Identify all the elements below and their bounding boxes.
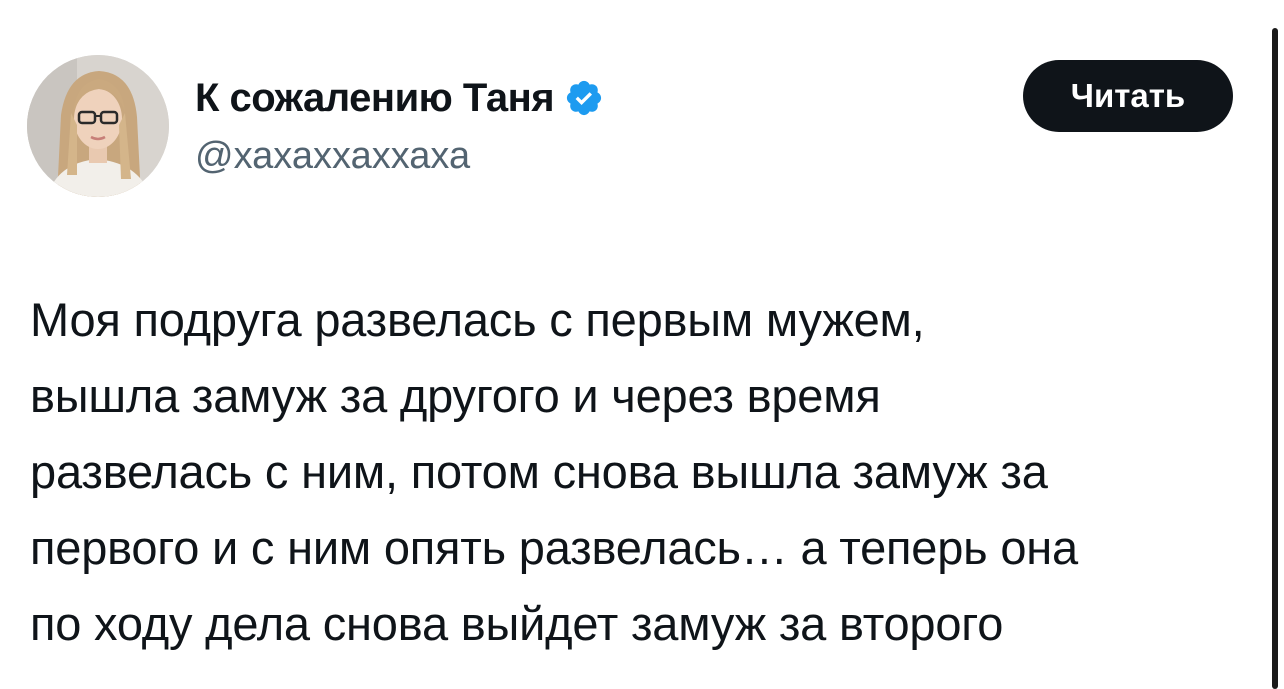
avatar[interactable] [27, 55, 169, 197]
verified-badge-icon [564, 78, 604, 118]
author-handle[interactable]: @хахаххаххаха [195, 135, 470, 178]
tweet-text: Моя подруга развелась с первым мужем, вы… [30, 282, 1260, 662]
avatar-image [27, 55, 169, 197]
tweet-text-line: развелась с ним, потом снова вышла замуж… [30, 445, 1048, 498]
tweet-text-line: вышла замуж за другого и через время [30, 369, 881, 422]
tweet-card: К сожалению Таня @хахаххаххаха Читать Мо… [0, 0, 1284, 689]
author-display-name[interactable]: К сожалению Таня [195, 76, 555, 121]
tweet-text-line: Моя подруга развелась с первым мужем, [30, 293, 925, 346]
author-name-row: К сожалению Таня [195, 74, 604, 122]
tweet-text-line: первого и с ним опять развелась… а тепер… [30, 521, 1078, 574]
scrollbar[interactable] [1272, 28, 1278, 689]
tweet-text-line: по ходу дела снова выйдет замуж за второ… [30, 597, 1004, 650]
follow-button[interactable]: Читать [1023, 60, 1233, 132]
